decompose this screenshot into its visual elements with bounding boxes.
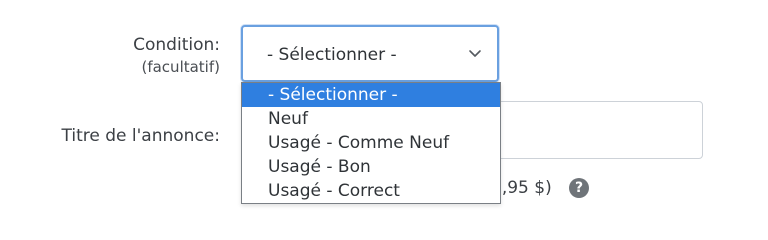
condition-label-text: Condition: xyxy=(133,35,220,55)
title-label: Titre de l'annonce: xyxy=(61,126,220,146)
dropdown-option-usage-bon[interactable]: Usagé - Bon xyxy=(242,155,500,179)
condition-dropdown-list: - Sélectionner - Neuf Usagé - Comme Neuf… xyxy=(241,82,501,204)
dropdown-option-select[interactable]: - Sélectionner - xyxy=(242,83,500,107)
dropdown-option-usage-comme-neuf[interactable]: Usagé - Comme Neuf xyxy=(242,131,500,155)
dropdown-option-usage-correct[interactable]: Usagé - Correct xyxy=(242,179,500,203)
question-circle-icon[interactable]: ? xyxy=(569,178,589,198)
condition-select-value: - Sélectionner - xyxy=(267,45,397,65)
condition-label: Condition: (facultatif) xyxy=(20,34,220,78)
chevron-down-icon xyxy=(469,50,481,57)
dropdown-option-neuf[interactable]: Neuf xyxy=(242,107,500,131)
condition-optional-label: (facultatif) xyxy=(141,58,220,76)
condition-select[interactable]: - Sélectionner - xyxy=(241,25,499,82)
